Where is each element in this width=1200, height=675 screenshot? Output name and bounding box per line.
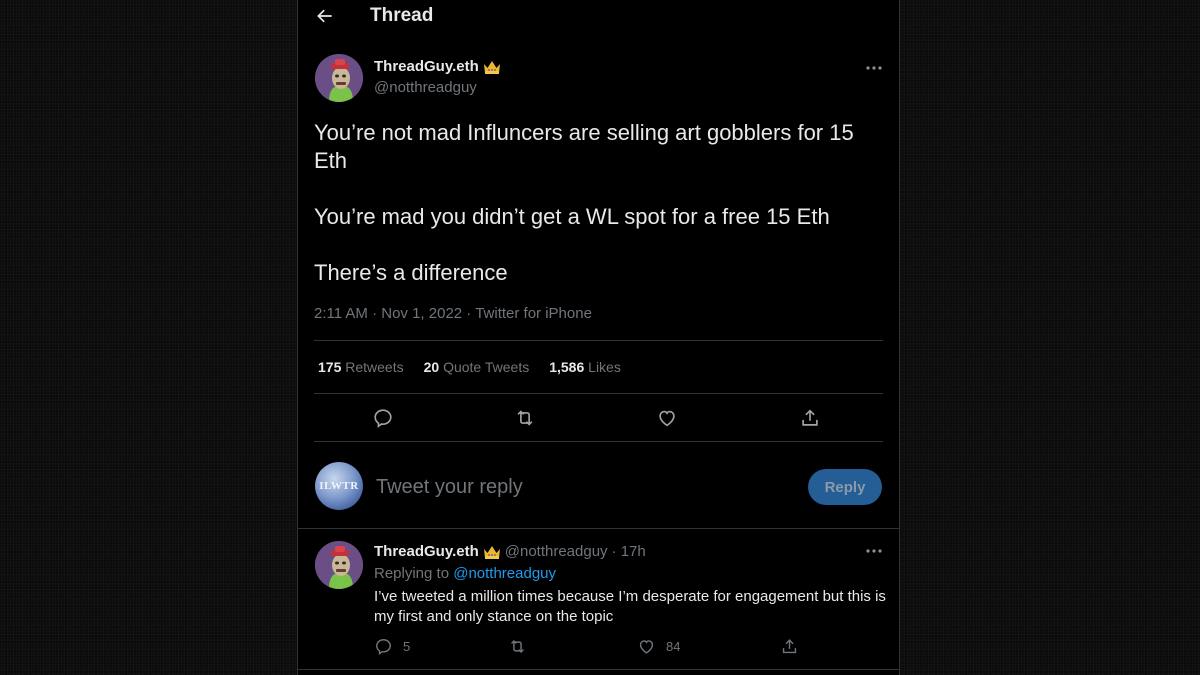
reply-tweet-actions: 5 84 [374, 637, 814, 659]
ape-avatar-icon [315, 541, 363, 589]
likes-count: 1,586 [549, 359, 585, 375]
reply-icon [376, 639, 391, 656]
replying-to-label: Replying to [374, 565, 450, 582]
reply-icon[interactable] [372, 407, 394, 429]
divider [314, 393, 883, 394]
more-horizontal-icon[interactable] [864, 58, 884, 78]
quotes-count: 20 [423, 359, 440, 375]
share-icon[interactable] [799, 407, 821, 429]
tweet-paragraph: You’re not mad Influncers are selling ar… [314, 120, 854, 173]
like-action[interactable]: 84 [637, 637, 680, 656]
ape-avatar-icon [315, 54, 363, 102]
reply-tweet-header: ThreadGuy.eth @notthreadguy · 17h [374, 543, 646, 560]
author-display-name: ThreadGuy.eth [374, 58, 479, 75]
author-name[interactable]: ThreadGuy.eth [374, 58, 501, 75]
tweet-actions [314, 395, 883, 441]
quotes-label: Quote Tweets [443, 359, 530, 375]
avatar-text: ILWTR [319, 480, 359, 492]
divider [314, 340, 883, 341]
reply-button[interactable]: Reply [808, 469, 882, 505]
reply-action[interactable]: 5 [374, 637, 410, 656]
thread-header: Thread [298, 0, 899, 34]
retweet-action[interactable] [508, 637, 537, 656]
reply-tweet[interactable]: ThreadGuy.eth @notthreadguy · 17h Replyi… [298, 528, 899, 670]
divider [314, 441, 883, 442]
page-title: Thread [370, 5, 434, 26]
like-icon[interactable] [656, 407, 678, 429]
author-avatar[interactable] [315, 54, 363, 102]
share-icon [782, 639, 797, 654]
arrow-left-icon[interactable] [315, 6, 335, 26]
user-avatar[interactable]: ILWTR [315, 462, 363, 510]
tweet-text: You’re not mad Influncers are selling ar… [314, 119, 889, 287]
like-icon [639, 640, 654, 654]
tweet-paragraph: You’re mad you didn’t get a WL spot for … [314, 204, 830, 229]
reply-tweet-text: I’ve tweeted a million times because I’m… [374, 588, 886, 625]
crown-emoji-icon [483, 545, 500, 559]
share-action[interactable] [780, 637, 799, 656]
more-horizontal-icon[interactable] [864, 541, 884, 561]
reply-input[interactable] [376, 476, 776, 499]
like-count: 84 [666, 639, 681, 654]
reply-author-name[interactable]: ThreadGuy.eth [374, 543, 479, 560]
thread-column: Thread ThreadGuy.eth @notthreadguy You’r… [297, 0, 900, 675]
tweet-stats: 175 Retweets 20 Quote Tweets 1,586 Likes [318, 359, 621, 375]
author-handle[interactable]: @notthreadguy [374, 79, 477, 96]
retweets-stat[interactable]: 175 Retweets [318, 359, 404, 375]
crown-emoji-icon [483, 60, 500, 74]
replying-to: Replying to @notthreadguy [374, 565, 556, 582]
reply-timestamp[interactable]: · 17h [612, 543, 646, 560]
retweet-icon[interactable] [514, 407, 536, 429]
likes-stat[interactable]: 1,586 Likes [549, 359, 621, 375]
likes-label: Likes [588, 359, 621, 375]
retweets-label: Retweets [345, 359, 404, 375]
reply-count: 5 [403, 639, 411, 654]
tweet-paragraph: There’s a difference [314, 260, 508, 285]
quote-tweets-stat[interactable]: 20 Quote Tweets [424, 359, 530, 375]
retweet-icon [511, 639, 524, 654]
tweet-timestamp[interactable]: 2:11 AM · Nov 1, 2022 · Twitter for iPho… [314, 305, 592, 322]
replying-to-handle-link[interactable]: @notthreadguy [453, 565, 556, 582]
reply-author-avatar[interactable] [315, 541, 363, 589]
reply-author-handle[interactable]: @notthreadguy [505, 543, 608, 560]
retweets-count: 175 [318, 359, 342, 375]
